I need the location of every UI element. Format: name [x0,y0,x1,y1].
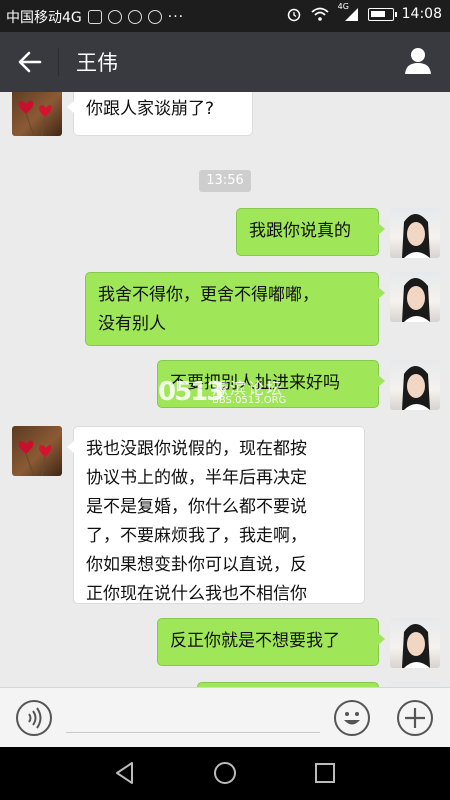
gallery-icon [87,10,102,24]
message-bubble-sent[interactable]: 我跟你说真的 [236,208,385,256]
weibo-icon [147,10,162,24]
title-bar: 王伟 [0,32,450,92]
message-line: 协议书上的做，半年后再决定 [86,468,307,488]
more-notifications-icon: ··· [167,9,185,25]
blocked-icon [127,10,142,24]
person-icon[interactable] [402,45,434,77]
alarm-icon [287,8,300,22]
contact-avatar[interactable] [12,92,62,136]
plus-icon[interactable] [397,700,433,736]
message-line: 我也没跟你说假的，现在都按 [86,439,307,459]
battery-icon [367,7,397,21]
message-bubble-sent[interactable]: 我舍不得你，更舍不得嘟嘟， 没有别人 [85,272,385,346]
emoji-icon[interactable] [334,700,370,736]
status-bar: 中国移动4G ··· 4G 14:08 [0,0,450,32]
watermark-url: BBS.0513.ORG [212,395,287,406]
message-line: 了，不要麻烦我了，我走啊， [86,526,307,546]
title-divider [58,48,59,76]
message-bubble-sent[interactable]: 反正你就是不想要我了 [157,618,385,666]
message-bubble-received[interactable]: 我也没跟你说假的，现在都按 协议书上的做，半年后再决定 是不是复婚，你什么都不要… [67,426,365,604]
message-input[interactable] [66,732,320,733]
chat-title: 王伟 [76,51,118,75]
message-line: 你跟人家谈崩了? [86,99,215,119]
my-avatar[interactable] [390,208,440,258]
status-right: 4G 14:08 [286,2,442,22]
my-avatar[interactable] [390,618,440,668]
message-line: 你如果想变卦你可以直说，反 [86,555,307,575]
signal-icon: 4G [338,2,360,22]
clock: 14:08 [401,6,442,22]
nav-back-icon[interactable] [112,760,138,786]
message-line: 是不是复婚，你什么都不要说 [86,497,307,517]
message-line: 我舍不得你，更舍不得嘟嘟， [98,285,319,305]
my-avatar[interactable] [390,272,440,322]
nav-recents-icon[interactable] [312,760,338,786]
forum-watermark: 0513 濠滨论坛 BBS.0513.ORG [158,375,308,415]
message-line: 反正你就是不想要我了 [170,631,340,651]
input-bar [0,687,450,747]
message-line: 我跟你说真的 [249,221,351,241]
chat-area[interactable]: 你跟人家谈崩了? 13:56 我跟你说真的 我舍不得你，更舍不得嘟嘟， 没有别人 [0,92,450,687]
carrier-label: 中国移动4G [6,10,82,26]
wifi-icon [311,7,329,21]
system-nav-bar [0,747,450,800]
status-left: 中国移动4G ··· [6,7,184,27]
my-avatar[interactable] [390,360,440,410]
voice-icon[interactable] [16,700,52,736]
message-line: 没有别人 [98,314,166,334]
nav-home-icon[interactable] [212,760,238,786]
contact-avatar[interactable] [12,426,62,476]
message-timestamp: 13:56 [199,170,251,192]
message-line: 正你现在说什么我也不相信你 [86,584,307,604]
wechat-icon [107,10,122,24]
message-bubble-received[interactable]: 你跟人家谈崩了? [67,92,253,136]
arrow-left-icon[interactable] [14,46,46,78]
